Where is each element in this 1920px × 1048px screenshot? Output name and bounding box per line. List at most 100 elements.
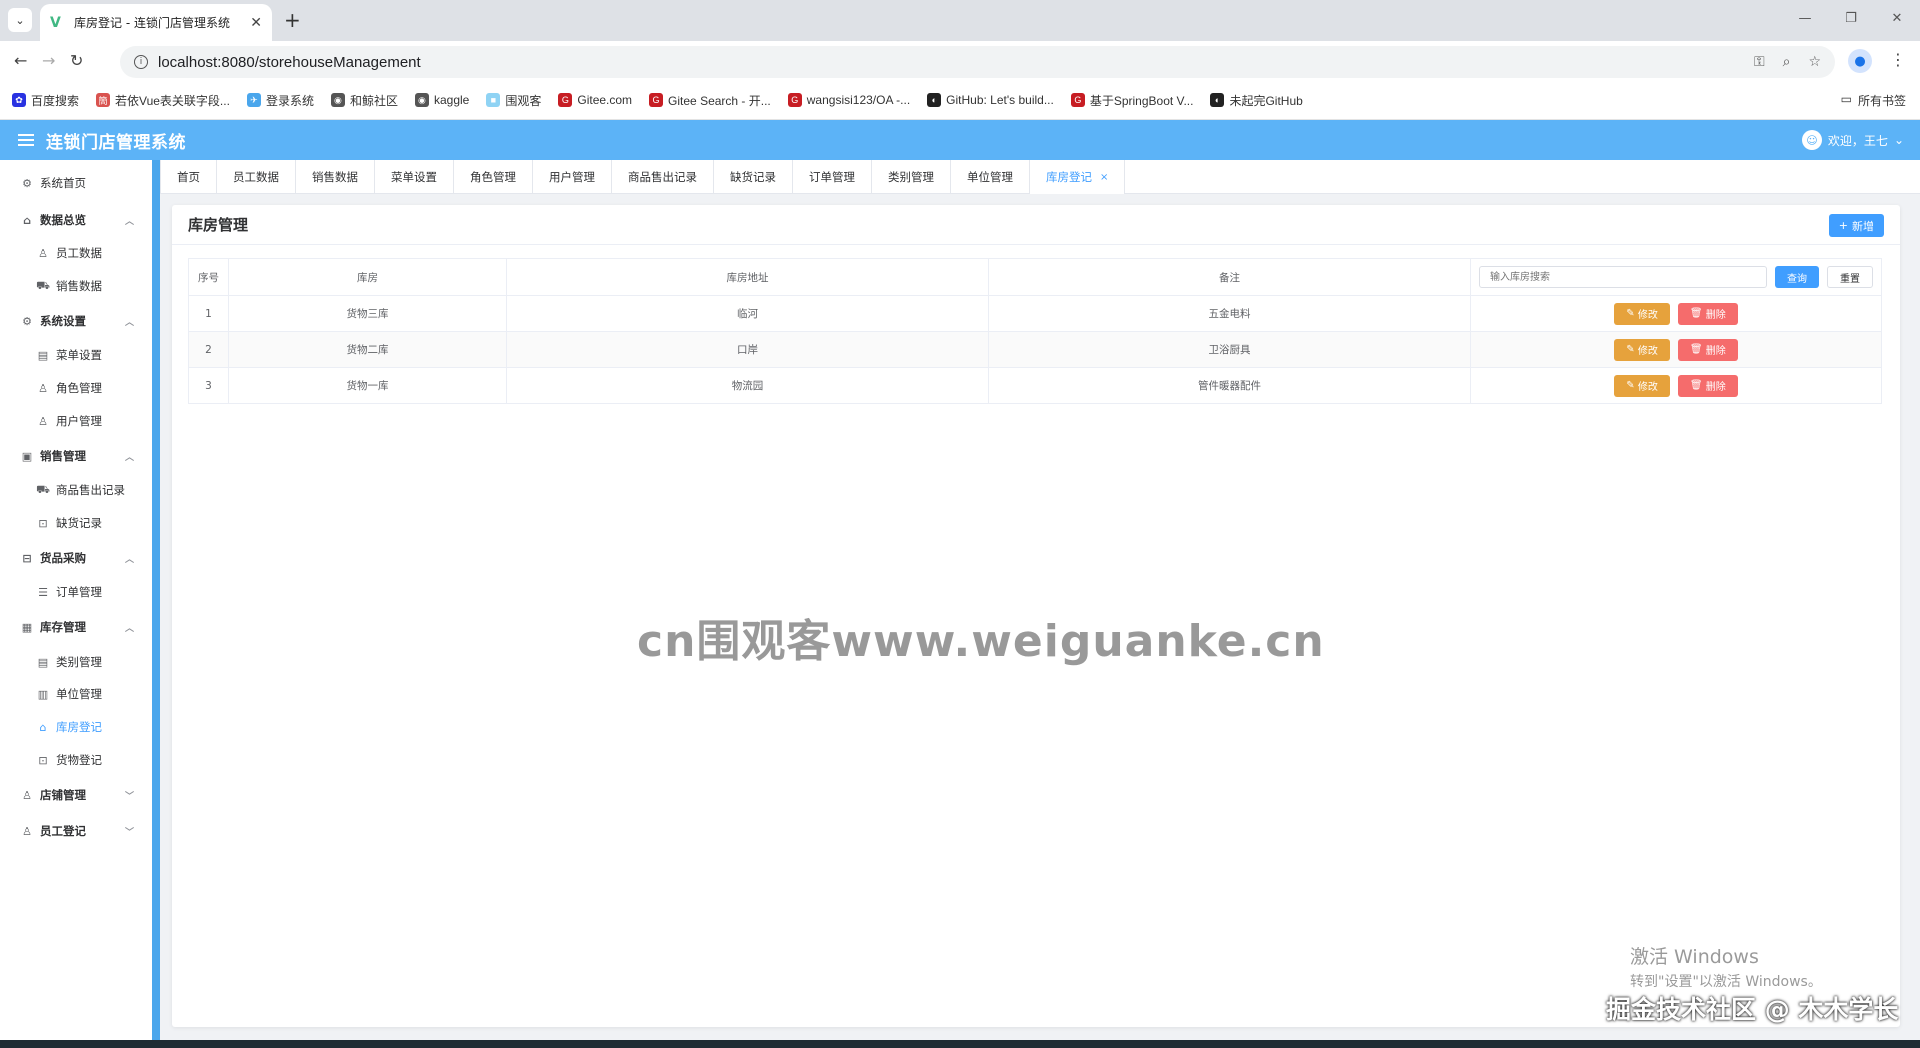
bookmark-item[interactable]: G Gitee.com bbox=[558, 93, 632, 107]
bookmark-item[interactable]: Gwangsisi123/OA -... bbox=[787, 93, 911, 107]
address-bar[interactable]: i localhost:8080/storehouseManagement ⚿ … bbox=[120, 46, 1835, 78]
profile-avatar[interactable]: ● bbox=[1848, 49, 1872, 73]
sidebar-item[interactable]: ⛟ 商品售出记录 bbox=[0, 475, 152, 505]
browser-tab[interactable]: V 库房登记 - 连锁门店管理系统 ✕ bbox=[40, 4, 272, 41]
tag-label: 库房登记 bbox=[1046, 170, 1092, 184]
bookmark-item[interactable]: ✈ 登录系统 bbox=[246, 92, 314, 109]
bookmark-item[interactable]: ◉ kaggle bbox=[414, 93, 469, 107]
tag-label: 缺货记录 bbox=[730, 170, 776, 184]
sidebar-item[interactable]: ⌂ 数据总览 ︿ bbox=[0, 205, 152, 235]
tag-item[interactable]: 缺货记录 bbox=[714, 160, 793, 194]
sidebar-item[interactable]: ⊡ 缺货记录 bbox=[0, 508, 152, 538]
bookmark-item[interactable]: ◐ 未起完GitHub bbox=[1210, 92, 1303, 109]
tag-item[interactable]: 用户管理 bbox=[533, 160, 612, 194]
tag-label: 角色管理 bbox=[470, 170, 516, 184]
delete-button[interactable]: 🗑 删除 bbox=[1677, 302, 1738, 325]
sidebar-item[interactable]: ⛟ 销售数据 bbox=[0, 271, 152, 301]
sidebar-item-label: 系统首页 bbox=[40, 176, 86, 190]
search-input[interactable] bbox=[1479, 266, 1767, 288]
menu-toggle-icon[interactable] bbox=[18, 134, 34, 146]
restore-icon[interactable]: ❐ bbox=[1828, 0, 1874, 36]
truck-icon: ⛟ bbox=[36, 482, 50, 496]
storehouse-card: 库房管理 + 新增 序号 库房 库房地址 备注 查询 重置 bbox=[172, 205, 1900, 1027]
new-tab-button[interactable]: + bbox=[284, 8, 301, 32]
delete-button[interactable]: 🗑 删除 bbox=[1677, 338, 1738, 361]
zoom-icon[interactable]: ⌕ bbox=[1783, 54, 1791, 70]
sidebar-item[interactable]: ♙ 用户管理 bbox=[0, 406, 152, 436]
tag-item[interactable]: 销售数据 bbox=[296, 160, 375, 194]
list-icon: ☰ bbox=[38, 585, 48, 599]
sidebar-item[interactable]: ♙ 员工登记 ﹀ bbox=[0, 816, 152, 846]
sidebar-item[interactable]: ♙ 店铺管理 ﹀ bbox=[0, 780, 152, 810]
tag-item[interactable]: 商品售出记录 bbox=[612, 160, 714, 194]
bookmark-item[interactable]: ✿ 百度搜索 bbox=[12, 92, 79, 109]
reload-icon[interactable]: ↻ bbox=[70, 51, 83, 70]
sidebar-item[interactable]: ⊟ 货品采购 ︿ bbox=[0, 543, 152, 573]
activate-title: 激活 Windows bbox=[1630, 946, 1759, 968]
all-bookmarks-button[interactable]: ▭ 所有书签 bbox=[1841, 92, 1906, 109]
star-icon[interactable]: ☆ bbox=[1808, 54, 1821, 70]
minimize-icon[interactable]: — bbox=[1782, 0, 1828, 36]
table-row: 3 货物一库 物流园 管件暖器配件 ✎ 修改 🗑 删除 bbox=[188, 367, 1882, 404]
table-cell-note: 管件暖器配件 bbox=[988, 367, 1471, 404]
user-menu[interactable]: ☺ 欢迎，王七 ⌄ bbox=[1801, 130, 1904, 150]
url-text[interactable]: localhost:8080/storehouseManagement bbox=[158, 54, 1744, 71]
bookmark-item[interactable]: G Gitee Search - 开... bbox=[649, 92, 771, 109]
sidebar-item[interactable]: ▤ 类别管理 bbox=[0, 647, 152, 677]
bookmark-item[interactable]: ■ 围观客 bbox=[486, 92, 541, 109]
sidebar-scrollbar[interactable] bbox=[152, 160, 160, 1040]
delete-button[interactable]: 🗑 删除 bbox=[1677, 374, 1738, 397]
reset-button[interactable]: 重置 bbox=[1827, 266, 1873, 288]
sidebar-item-label: 店铺管理 bbox=[40, 788, 86, 802]
bookmark-item[interactable]: ◐ GitHub: Let's build... bbox=[927, 93, 1054, 107]
sidebar-item-label: 数据总览 bbox=[40, 213, 86, 227]
tag-item[interactable]: 单位管理 bbox=[951, 160, 1030, 194]
sidebar-item[interactable]: ☰ 订单管理 bbox=[0, 577, 152, 607]
column-header-note: 备注 bbox=[988, 258, 1471, 296]
add-button[interactable]: + 新增 bbox=[1828, 214, 1884, 237]
close-icon[interactable]: ✕ bbox=[250, 15, 262, 31]
sidebar-item[interactable]: ▣ 销售管理 ︿ bbox=[0, 441, 152, 471]
doc-icon: 簡 bbox=[96, 93, 111, 107]
tag-item[interactable]: 角色管理 bbox=[454, 160, 533, 194]
more-menu-icon[interactable]: ⋮ bbox=[1890, 50, 1906, 69]
sidebar-item[interactable]: ♙ 员工数据 bbox=[0, 238, 152, 268]
tag-item[interactable]: 员工数据 bbox=[217, 160, 296, 194]
edit-button[interactable]: ✎ 修改 bbox=[1614, 374, 1670, 397]
sidebar-item[interactable]: ♙ 角色管理 bbox=[0, 373, 152, 403]
bookmark-label: 若依Vue表关联字段... bbox=[115, 93, 230, 108]
tag-item[interactable]: 菜单设置 bbox=[375, 160, 454, 194]
table-cell-name: 货物二库 bbox=[228, 331, 507, 368]
bookmark-label: wangsisi123/OA -... bbox=[806, 93, 911, 107]
back-arrow-icon[interactable]: ← bbox=[14, 51, 27, 70]
sidebar-item[interactable]: ▦ 库存管理 ︿ bbox=[0, 612, 152, 642]
sidebar-item[interactable]: ▥ 单位管理 bbox=[0, 679, 152, 709]
sidebar-item[interactable]: ⚙ 系统设置 ︿ bbox=[0, 306, 152, 336]
edit-button[interactable]: ✎ 修改 bbox=[1614, 302, 1670, 325]
tab-search-button[interactable]: ⌄ bbox=[8, 8, 32, 32]
bookmark-label: 百度搜索 bbox=[31, 93, 80, 108]
search-button[interactable]: 查询 bbox=[1775, 266, 1819, 288]
sidebar-item-label: 员工数据 bbox=[56, 246, 102, 260]
tag-item[interactable]: 库房登记 × bbox=[1030, 160, 1126, 194]
column-header-storehouse: 库房 bbox=[228, 258, 507, 296]
chart-icon: ▣ bbox=[21, 449, 33, 463]
edit-button[interactable]: ✎ 修改 bbox=[1614, 338, 1670, 361]
sidebar-item[interactable]: ⊡ 货物登记 bbox=[0, 745, 152, 775]
close-icon[interactable]: × bbox=[1100, 172, 1108, 183]
bookmark-item[interactable]: G 基于SpringBoot V... bbox=[1070, 92, 1193, 109]
tag-item[interactable]: 订单管理 bbox=[793, 160, 872, 194]
table-cell-operations: ✎ 修改 🗑 删除 bbox=[1470, 295, 1882, 332]
key-icon[interactable]: ⚿ bbox=[1754, 54, 1765, 70]
browser-tab-title: 库房登记 - 连锁门店管理系统 bbox=[74, 16, 230, 30]
bookmark-item[interactable]: ◉ 和鲸社区 bbox=[330, 92, 398, 109]
site-info-icon[interactable]: i bbox=[134, 55, 148, 69]
window-close-icon[interactable]: ✕ bbox=[1874, 0, 1920, 36]
sidebar-item[interactable]: ⚙ 系统首页 bbox=[0, 168, 152, 198]
bookmark-item[interactable]: 簡若依Vue表关联字段... bbox=[96, 92, 230, 109]
forward-arrow-icon[interactable]: → bbox=[42, 51, 55, 70]
tag-item[interactable]: 首页 bbox=[160, 160, 217, 194]
sidebar-item[interactable]: ⌂ 库房登记 bbox=[0, 712, 152, 742]
tag-item[interactable]: 类别管理 bbox=[872, 160, 951, 194]
sidebar-item[interactable]: ▤ 菜单设置 bbox=[0, 340, 152, 370]
